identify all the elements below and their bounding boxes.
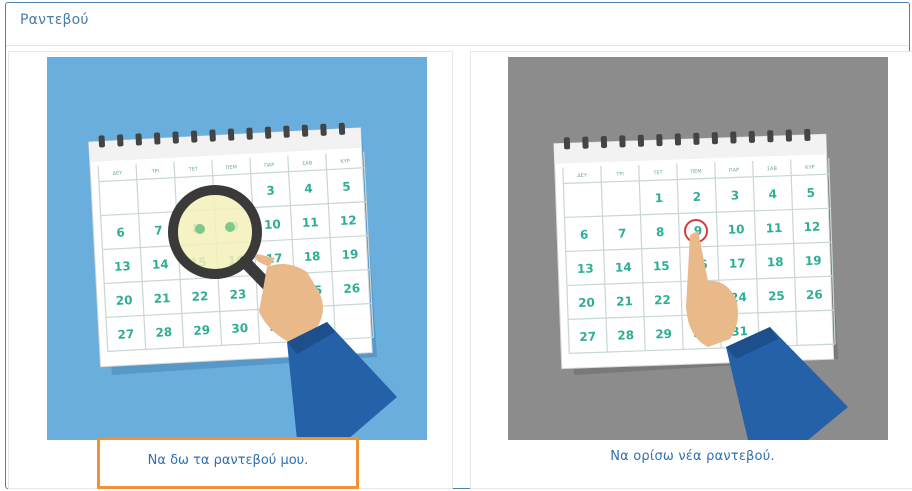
calendar-day: 26: [806, 287, 823, 302]
calendar-day: 12: [803, 220, 820, 235]
calendar-ring: [600, 136, 608, 149]
calendar-ring: [301, 124, 309, 137]
new-appointment-image[interactable]: 1234567891011121314151617181920212223242…: [508, 57, 888, 440]
calendar-ring: [209, 129, 216, 142]
calendar-ring: [117, 134, 124, 147]
calendar-day: 7: [618, 226, 627, 240]
view-appointments-label[interactable]: Να δω τα ραντεβού μου.: [100, 453, 356, 468]
calendar-day: 8: [656, 225, 665, 239]
calendar-ring: [172, 131, 179, 144]
calendar-weekday: ΠΕΜ: [690, 169, 701, 175]
calendar-weekday: ΚΥΡ: [805, 165, 815, 171]
calendar-weekday: ΔΕΥ: [113, 170, 124, 177]
calendar-day: 27: [117, 327, 134, 342]
calendar-weekday: ΤΕΤ: [188, 166, 200, 173]
calendar-ring: [153, 132, 161, 145]
calendar-ring: [283, 125, 290, 138]
calendar-ring: [135, 133, 142, 146]
calendar-day: 15: [653, 259, 670, 274]
calendar-day: 26: [343, 281, 360, 296]
calendar-day: 6: [116, 225, 125, 239]
calendar-day: 5: [806, 186, 815, 200]
calendar-day: 29: [655, 327, 672, 342]
calendar-ring: [693, 132, 700, 145]
calendar-ring: [711, 132, 719, 145]
calendar-day: 27: [579, 329, 596, 344]
calendar-weekday: ΤΡΙ: [615, 171, 624, 177]
calendar-ring: [637, 134, 645, 147]
calendar-ring: [264, 126, 272, 139]
calendar-ring: [804, 128, 811, 141]
calendar-ring: [190, 130, 198, 143]
view-appointments-image[interactable]: 3456789101112131415161718192021222324252…: [47, 57, 427, 440]
calendar-day: 18: [303, 249, 320, 264]
calendar-ring: [563, 137, 571, 150]
calendar-day: 19: [341, 247, 358, 262]
calendar-day: 14: [615, 260, 632, 275]
calendar-day: 21: [153, 291, 170, 306]
calendar-day: 10: [727, 222, 744, 237]
panel-title: Ραντεβού: [20, 12, 89, 28]
calendar-day: 22: [654, 293, 671, 308]
calendar-day: 19: [805, 254, 822, 269]
calendar-weekday: ΚΥΡ: [340, 158, 350, 164]
calendar-day: 28: [155, 325, 172, 340]
panel-header: Ραντεβού: [6, 3, 909, 46]
new-appointment-label[interactable]: Να ορίσω νέα ραντεβού.: [471, 449, 912, 464]
calendar-ring: [785, 129, 792, 142]
calendar-ring: [619, 135, 626, 148]
calendar-ring: [656, 134, 663, 147]
calendar-day: 13: [577, 261, 594, 276]
calendar-day: 12: [340, 213, 357, 228]
calendar-day: 3: [730, 188, 739, 202]
new-appointment-card[interactable]: 1234567891011121314151617181920212223242…: [470, 51, 912, 489]
calendar-day: 2: [692, 190, 701, 204]
view-appointments-link-highlight[interactable]: Να δω τα ραντεβού μου.: [97, 437, 359, 489]
calendar-day: 4: [768, 187, 777, 201]
calendar-day: 23: [229, 287, 246, 302]
calendar-weekday: ΠΕΜ: [226, 164, 238, 171]
calendar-weekday: ΤΕΤ: [652, 170, 663, 176]
calendar-ring: [338, 122, 346, 135]
calendar-day: 4: [304, 181, 313, 195]
calendar-day: 20: [578, 295, 595, 310]
calendar-day: 14: [152, 257, 169, 272]
calendar-day: 3: [266, 183, 275, 197]
calendar-weekday: ΠΑΡ: [729, 167, 739, 173]
calendar-day: 28: [617, 328, 634, 343]
calendar-weekday: ΤΡΙ: [151, 168, 160, 174]
calendar-day: 5: [342, 179, 351, 193]
calendar-ring: [320, 123, 327, 136]
calendar-day: 10: [264, 217, 281, 232]
calendar-weekday: ΣΑΒ: [767, 166, 778, 172]
calendar-weekday: ΔΕΥ: [577, 173, 588, 179]
calendar-day: 17: [729, 256, 746, 271]
calendar-day: 25: [768, 289, 785, 304]
calendar-day: 30: [231, 321, 248, 336]
calendar-ring: [674, 133, 682, 146]
calendar-day: 11: [765, 221, 782, 236]
calendar-weekday: ΠΑΡ: [264, 162, 275, 169]
calendar-ring: [730, 131, 737, 144]
calendar-ring: [767, 130, 774, 143]
calendar-day: 11: [302, 215, 319, 230]
calendar-day: 13: [114, 259, 131, 274]
calendar-day: 18: [767, 255, 784, 270]
calendar-ring: [748, 130, 755, 143]
calendar-day: 1: [655, 191, 664, 205]
view-appointments-card[interactable]: 3456789101112131415161718192021222324252…: [8, 51, 453, 489]
calendar-day: 29: [193, 323, 210, 338]
calendar-day: 7: [154, 223, 163, 237]
calendar-day: 6: [580, 228, 589, 242]
calendar-weekday: ΣΑΒ: [302, 160, 313, 167]
calendar-day: 21: [616, 294, 633, 309]
calendar-ring: [98, 135, 105, 148]
calendar-ring: [582, 136, 589, 149]
calendar-day: 20: [115, 293, 132, 308]
calendar-day: 22: [191, 289, 208, 304]
calendar-ring: [246, 127, 253, 140]
calendar-ring: [227, 128, 235, 141]
